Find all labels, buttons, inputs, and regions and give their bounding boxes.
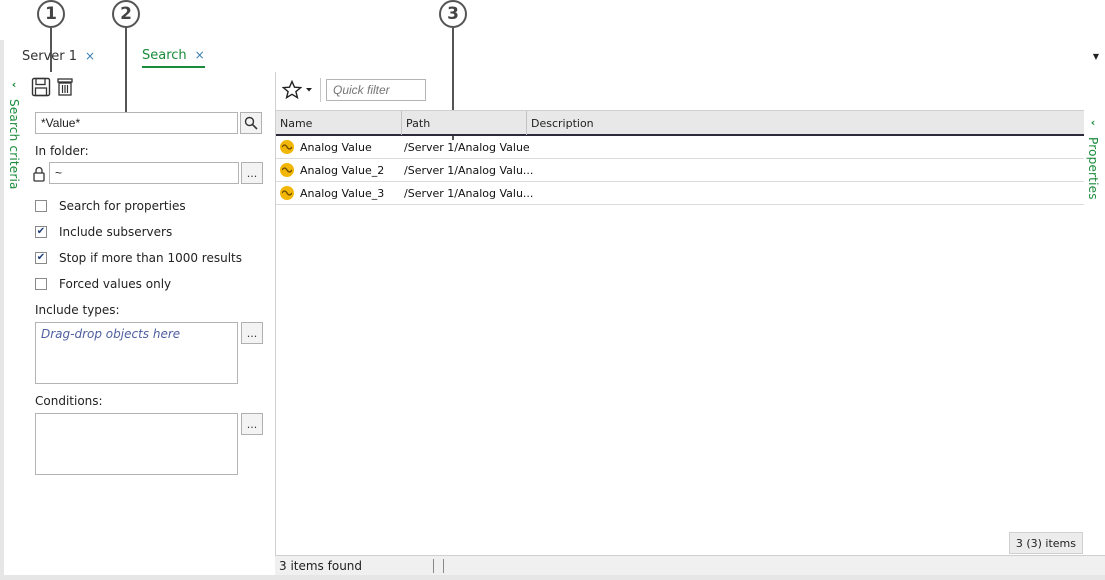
delete-button[interactable] [54,76,76,98]
checkbox-include-subservers[interactable]: ✔ Include subservers [35,225,172,239]
chevron-left-icon[interactable]: ‹ [1091,116,1096,129]
search-button[interactable] [240,112,262,134]
checkbox[interactable] [35,200,47,212]
include-types-label: Include types: [35,303,120,317]
conditions-area[interactable] [35,413,238,475]
tab-menu-dropdown-icon[interactable]: ▼ [1093,52,1099,61]
table-row[interactable]: Analog Value_3 /Server 1/Analog Valu... [276,182,1084,205]
tab-label: Server 1 [22,48,78,64]
checkbox-label: Stop if more than 1000 results [59,251,243,265]
status-text: 3 items found [279,558,363,573]
conditions-label: Conditions: [35,394,103,408]
folder-input[interactable] [49,162,239,184]
dropdown-arrow-icon [306,88,312,92]
search-criteria-sidebar[interactable]: ‹ Search criteria [7,78,21,190]
include-types-browse-button[interactable]: ... [241,322,263,344]
toolbar-separator [320,78,321,102]
table-row[interactable]: Analog Value /Server 1/Analog Value [276,136,1084,159]
analog-value-icon [280,186,294,200]
sidebar-label: Properties [1086,137,1100,200]
search-icon [244,116,258,130]
cell-text: Analog Value_2 [300,163,385,177]
checkbox[interactable] [35,278,47,290]
window-edge [0,575,1105,580]
save-icon [31,77,51,97]
status-separator [433,559,434,573]
status-bar: 3 items found [275,555,1105,575]
grid-header: Name Path Description [276,110,1084,136]
callout-3: 3 [439,0,467,28]
favorites-star-icon [282,80,302,100]
checkbox-forced-values[interactable]: Forced values only [35,277,171,291]
favorites-button[interactable] [282,79,316,101]
tab-strip: Server 1 × Search × ▼ [4,40,1105,70]
checkbox-stop-limit[interactable]: ✔ Stop if more than 1000 results [35,251,242,265]
column-header-description[interactable]: Description [526,111,1084,135]
cell-text: Analog Value_3 [300,186,385,200]
analog-value-icon [280,140,294,154]
close-icon[interactable]: × [85,49,95,63]
close-icon[interactable]: × [195,48,205,62]
checkbox[interactable]: ✔ [35,252,47,264]
delete-icon [57,78,73,96]
properties-sidebar[interactable]: ‹ Properties [1086,116,1100,200]
lock-icon [33,166,45,182]
checkbox-label: Include subservers [59,225,173,239]
checkbox-label: Forced values only [59,277,172,291]
name-cell: Analog Value_3 [280,182,384,204]
window-edge [0,40,4,580]
callout-1: 1 [37,0,65,28]
checkbox[interactable]: ✔ [35,226,47,238]
checkbox-search-properties[interactable]: Search for properties [35,199,186,213]
path-cell: /Server 1/Analog Value [404,140,530,154]
table-row[interactable]: Analog Value_2 /Server 1/Analog Valu... [276,159,1084,182]
save-button[interactable] [30,76,52,98]
conditions-browse-button[interactable]: ... [241,413,263,435]
analog-value-icon [280,163,294,177]
name-cell: Analog Value [280,136,372,158]
search-input[interactable] [35,112,238,134]
name-cell: Analog Value_2 [280,159,384,181]
include-types-drop-area[interactable]: Drag-drop objects here [35,322,238,384]
column-header-name[interactable]: Name [276,111,401,135]
sidebar-label: Search criteria [7,99,21,190]
cell-text: Analog Value [300,140,372,154]
tab-server-1[interactable]: Server 1 × [22,44,95,68]
tab-label: Search [142,47,187,63]
results-toolbar [276,72,1084,106]
callout-2: 2 [112,0,140,28]
results-panel: Name Path Description Analog Value /Serv… [275,72,1084,580]
path-cell: /Server 1/Analog Valu... [404,163,534,177]
path-cell: /Server 1/Analog Valu... [404,186,534,200]
search-criteria-panel: In folder: ... Search for properties ✔ I… [30,72,275,580]
quick-filter-input[interactable] [326,79,426,101]
tab-search[interactable]: Search × [142,44,205,68]
checkbox-label: Search for properties [59,199,186,213]
chevron-left-icon[interactable]: ‹ [12,78,17,91]
column-header-path[interactable]: Path [401,111,526,135]
in-folder-label: In folder: [35,144,89,158]
browse-folder-button[interactable]: ... [241,162,263,184]
item-count-badge: 3 (3) items [1008,532,1083,554]
status-separator [443,559,444,573]
